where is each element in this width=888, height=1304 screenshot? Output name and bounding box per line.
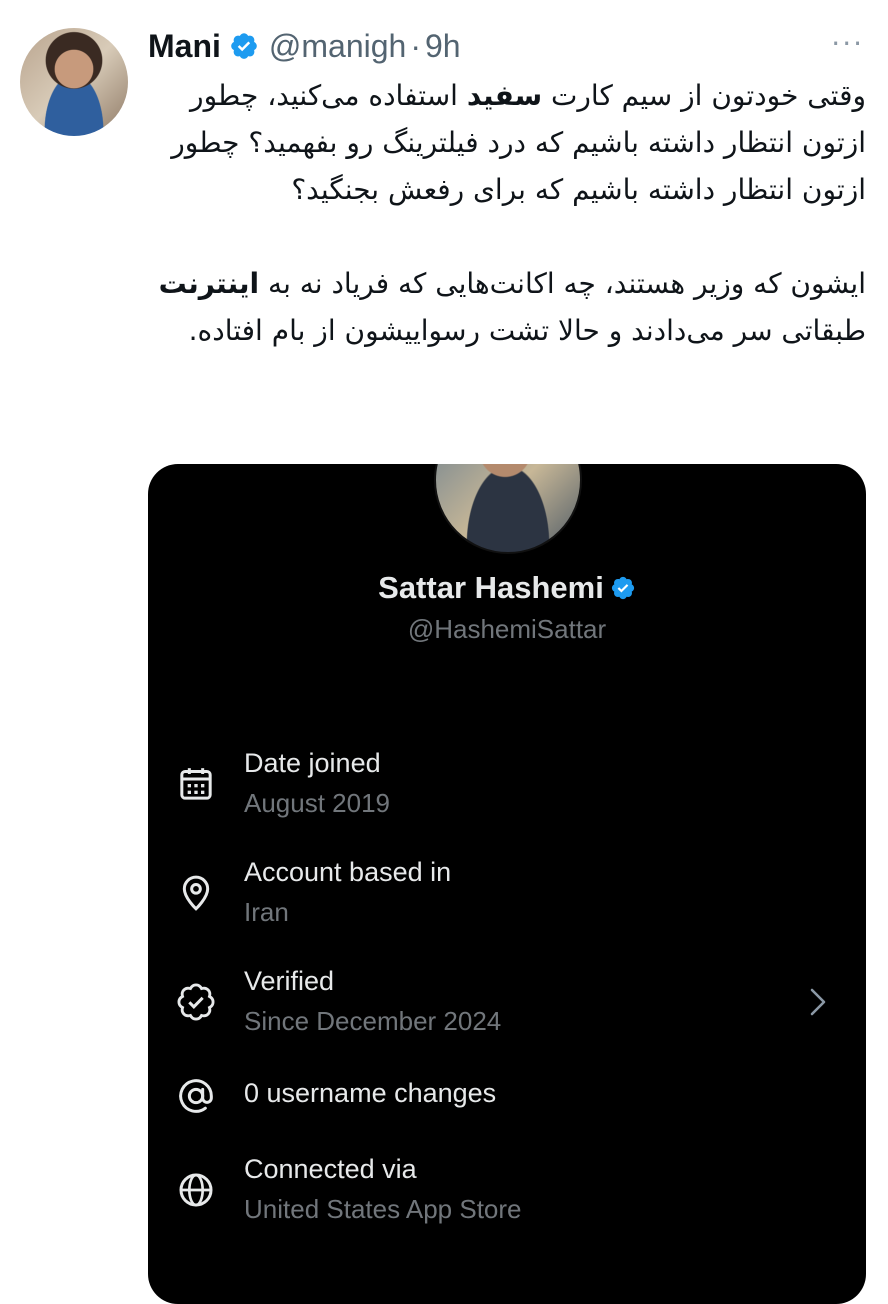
verified-badge-icon [177, 983, 215, 1021]
bold-text: سفید [466, 79, 543, 112]
row-title: Verified [244, 966, 335, 996]
profile-name-text: Sattar Hashemi [378, 570, 604, 605]
tweet-text: وقتی خودتون از سیم کارت سفید استفاده می‌… [148, 72, 866, 354]
text-segment: وقتی خودتون از سیم کارت [542, 79, 866, 112]
row-title: Connected via [244, 1154, 417, 1184]
tweet-header: Mani @manigh · 9h [148, 24, 461, 68]
tweet-paragraph-2: ایشون که وزیر هستند، چه اکانت‌هایی که فر… [148, 260, 866, 354]
separator-dot: · [410, 27, 421, 64]
profile-handle: @HashemiSattar [407, 614, 607, 644]
verified-badge-icon [611, 576, 634, 600]
text-segment: طبقاتی سر می‌دادند و حالا تشت رسواییشون … [188, 314, 866, 347]
row-value: Iran [244, 897, 289, 927]
tweet-time[interactable]: 9h [425, 28, 461, 65]
row-title: 0 username changes [244, 1078, 497, 1108]
author-handle[interactable]: @manigh [269, 28, 406, 65]
profile-name: Sattar Hashemi [148, 570, 866, 606]
row-title: Account based in [244, 857, 452, 887]
tweet-paragraph-1: وقتی خودتون از سیم کارت سفید استفاده می‌… [148, 72, 866, 213]
text-segment: ایشون که وزیر هستند، چه اکانت‌هایی که فر… [259, 267, 866, 300]
bold-text: اینترنت [158, 267, 260, 300]
row-value: United States App Store [244, 1194, 522, 1224]
author-name[interactable]: Mani [148, 28, 221, 65]
calendar-icon [180, 768, 212, 800]
row-title: Date joined [244, 748, 381, 778]
row-value: Since December 2024 [244, 1006, 502, 1036]
embedded-screenshot[interactable]: Sattar Hashemi @HashemiSattar Date joine… [148, 464, 866, 1304]
more-options-button[interactable]: ··· [831, 30, 864, 58]
globe-icon [179, 1173, 213, 1207]
row-value: August 2019 [244, 788, 391, 818]
profile-avatar [434, 464, 582, 554]
chevron-right-icon[interactable] [806, 984, 830, 1020]
verified-badge-icon [231, 33, 257, 59]
at-sign-icon [179, 1079, 213, 1113]
author-avatar[interactable] [20, 28, 128, 136]
location-pin-icon [182, 875, 210, 911]
